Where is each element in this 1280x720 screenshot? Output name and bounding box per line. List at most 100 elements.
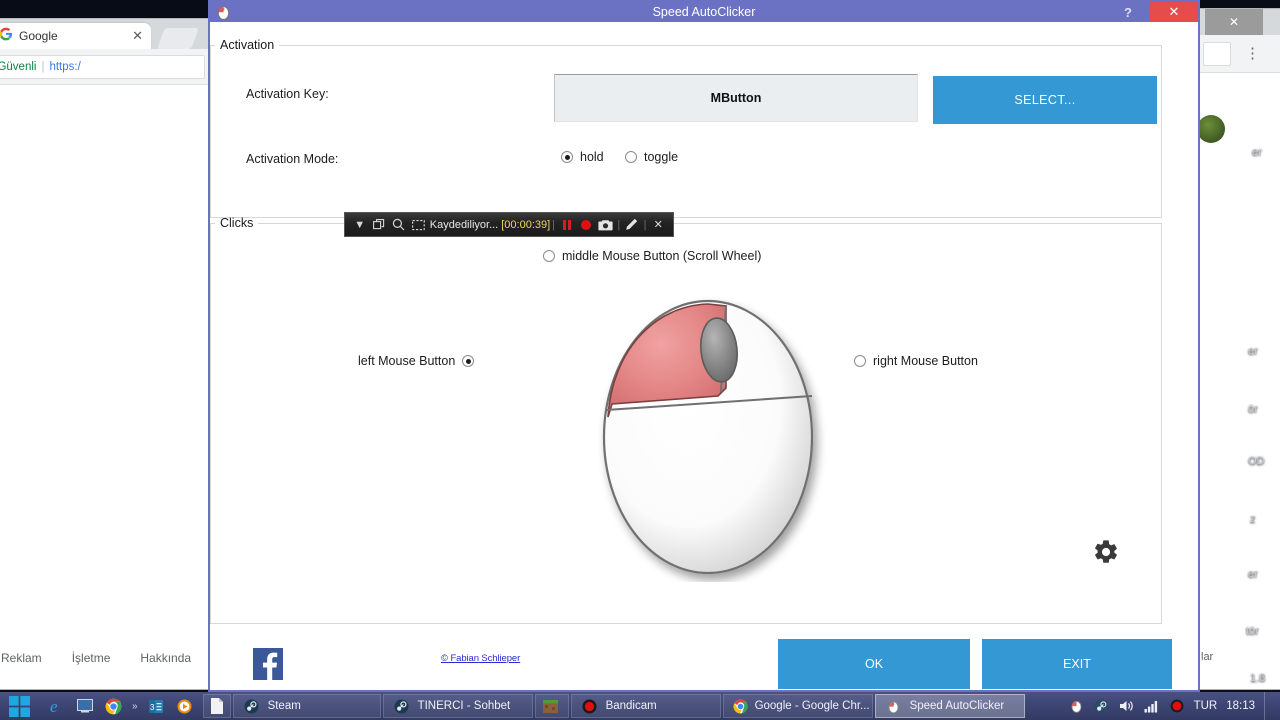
bandicam-icon bbox=[581, 697, 599, 715]
chrome-right-footer-text: lar bbox=[1201, 651, 1213, 663]
bandicam-icon[interactable] bbox=[1169, 698, 1185, 714]
select-button[interactable]: SELECT... bbox=[933, 76, 1157, 124]
svg-text:e: e bbox=[50, 697, 58, 715]
radio-dot-middle[interactable] bbox=[543, 250, 555, 262]
chrome-window-left[interactable]: Google ✕ → ⟳ ⌂ 🔒 Güvenli | https:/ Rekla… bbox=[0, 18, 212, 690]
chevron-down-icon[interactable]: ▼ bbox=[350, 215, 369, 235]
minecraft-icon bbox=[542, 697, 560, 715]
taskbar-button-steam[interactable]: Steam bbox=[233, 694, 381, 718]
svg-text:3: 3 bbox=[150, 703, 155, 712]
system-tray[interactable]: TUR 18:13 bbox=[1069, 692, 1280, 720]
footer-link-hakkinda[interactable]: Hakkında bbox=[140, 651, 191, 665]
network-icon[interactable] bbox=[1144, 698, 1160, 714]
activation-group: Activation bbox=[210, 38, 1162, 218]
taskbar[interactable]: e » 3 SteamTINERCI - Sohbet Bandicam Googl… bbox=[0, 692, 1280, 720]
internet-explorer-icon[interactable]: e bbox=[48, 697, 66, 715]
chrome-right-omnibox[interactable] bbox=[1203, 42, 1231, 66]
chrome-right-content: lar bbox=[1197, 73, 1280, 689]
toolbar-divider-1: | bbox=[552, 219, 555, 231]
chevron-right-icon[interactable]: » bbox=[132, 701, 138, 712]
language-indicator[interactable]: TUR bbox=[1194, 700, 1218, 712]
mouse-illustration[interactable] bbox=[598, 292, 832, 582]
taskbar-button-tinerci-sohbet[interactable]: TINERCI - Sohbet bbox=[383, 694, 533, 718]
camera-icon[interactable] bbox=[596, 215, 615, 235]
wallpaper-text-6: tör bbox=[1246, 625, 1259, 637]
window-select-icon[interactable] bbox=[369, 215, 388, 235]
steam-icon[interactable] bbox=[1094, 698, 1110, 714]
chrome-tabstrip: Google ✕ bbox=[0, 19, 211, 49]
quick-launch-bar[interactable]: e » 3 bbox=[40, 697, 202, 715]
chrome-omnibox[interactable]: 🔒 Güvenli | https:/ bbox=[0, 55, 205, 79]
radio-middle-mouse-button[interactable]: middle Mouse Button (Scroll Wheel) bbox=[543, 249, 761, 263]
radio-dot-toggle[interactable] bbox=[625, 151, 637, 163]
exit-button[interactable]: EXIT bbox=[982, 639, 1172, 689]
radio-dot-right[interactable] bbox=[854, 355, 866, 367]
chrome-new-tab-button[interactable] bbox=[157, 28, 199, 49]
credit-link[interactable]: © Fabian Schlieper bbox=[441, 653, 520, 664]
radio-dot-hold[interactable] bbox=[561, 151, 573, 163]
window-titlebar[interactable]: Speed AutoClicker ? ✕ bbox=[210, 2, 1198, 22]
toolbar-divider-3: | bbox=[644, 219, 647, 231]
activation-key-field[interactable]: MButton bbox=[554, 74, 918, 122]
footer-link-reklam[interactable]: Reklam bbox=[1, 651, 42, 665]
record-icon[interactable] bbox=[576, 215, 595, 235]
help-icon[interactable]: ? bbox=[1116, 2, 1140, 22]
radio-activation-mode-toggle[interactable]: toggle bbox=[625, 150, 678, 164]
taskbar-button-minecraft-icon[interactable] bbox=[535, 694, 569, 718]
toolbar-divider-2: | bbox=[617, 219, 620, 231]
omnibox-divider: | bbox=[41, 61, 44, 73]
excel-icon[interactable]: 3 bbox=[148, 697, 166, 715]
chrome-window-right[interactable]: ✕ ⋮ lar bbox=[1196, 8, 1280, 690]
chrome-right-toolbar: ⋮ bbox=[1197, 35, 1280, 73]
taskbar-button-label: Google - Google Chr... bbox=[755, 700, 870, 712]
facebook-icon[interactable] bbox=[253, 648, 283, 680]
close-icon[interactable]: ✕ bbox=[1205, 9, 1263, 35]
windows-start-icon[interactable] bbox=[0, 692, 40, 720]
magnifier-icon[interactable] bbox=[389, 215, 408, 235]
chrome-tab-google[interactable]: Google ✕ bbox=[0, 23, 151, 49]
mouse-app-icon[interactable] bbox=[1069, 698, 1085, 714]
pencil-icon[interactable] bbox=[622, 215, 641, 235]
footer-link-isletme[interactable]: İşletme bbox=[72, 651, 111, 665]
close-icon[interactable]: ✕ bbox=[649, 215, 668, 235]
clicks-legend: Clicks bbox=[215, 216, 258, 230]
media-player-icon[interactable] bbox=[176, 697, 194, 715]
file-explorer-icon bbox=[210, 697, 224, 715]
taskbar-button-google-google-chr[interactable]: Google - Google Chr... bbox=[723, 694, 873, 718]
close-icon[interactable]: ✕ bbox=[1150, 2, 1198, 22]
pause-icon[interactable] bbox=[557, 215, 576, 235]
chrome-tab-title: Google bbox=[19, 29, 126, 43]
chrome-right-tabstrip: ✕ bbox=[1197, 9, 1280, 35]
volume-icon[interactable] bbox=[1119, 698, 1135, 714]
radio-label-toggle: toggle bbox=[644, 150, 678, 164]
radio-label-hold: hold bbox=[580, 150, 604, 164]
activation-key-label: Activation Key: bbox=[246, 87, 329, 101]
bandicam-status-text: Kaydediliyor... bbox=[430, 219, 498, 231]
google-footer-links: Reklam İşletme Hakkında bbox=[0, 651, 211, 665]
taskbar-button-bandicam[interactable]: Bandicam bbox=[571, 694, 721, 718]
ok-button[interactable]: OK bbox=[778, 639, 970, 689]
bandicam-recording-toolbar[interactable]: ▼ Kaydediliyor... [00:00:39] | | | ✕ bbox=[344, 212, 674, 237]
taskbar-button-speed-autoclicker[interactable]: Speed AutoClicker bbox=[875, 694, 1025, 718]
chrome-favicon-google bbox=[0, 27, 13, 46]
radio-left-mouse-button[interactable]: left Mouse Button bbox=[358, 354, 474, 368]
avatar-icon bbox=[1197, 115, 1225, 143]
wallpaper-text-3: OD bbox=[1248, 455, 1265, 467]
region-select-icon[interactable] bbox=[408, 215, 427, 235]
chrome-toolbar: → ⟳ ⌂ 🔒 Güvenli | https:/ bbox=[0, 49, 211, 85]
radio-activation-mode-hold[interactable]: hold bbox=[561, 150, 604, 164]
taskbar-window-buttons[interactable]: SteamTINERCI - Sohbet Bandicam Google - Go… bbox=[202, 694, 1026, 718]
kebab-menu-icon[interactable]: ⋮ bbox=[1245, 46, 1260, 61]
gear-icon[interactable] bbox=[1092, 538, 1120, 566]
radio-dot-left[interactable] bbox=[462, 355, 474, 367]
close-icon[interactable]: ✕ bbox=[132, 28, 143, 44]
taskbar-button-file-explorer-icon[interactable] bbox=[203, 694, 231, 718]
taskbar-button-label: Speed AutoClicker bbox=[910, 700, 1005, 712]
wallpaper-text-1: er bbox=[1248, 345, 1258, 357]
radio-right-mouse-button[interactable]: right Mouse Button bbox=[854, 354, 978, 368]
show-desktop-icon[interactable] bbox=[76, 697, 94, 715]
chrome-icon[interactable] bbox=[104, 697, 122, 715]
show-desktop-button[interactable] bbox=[1264, 692, 1272, 720]
clock[interactable]: 18:13 bbox=[1226, 700, 1255, 712]
bandicam-timer: [00:00:39] bbox=[501, 219, 550, 231]
